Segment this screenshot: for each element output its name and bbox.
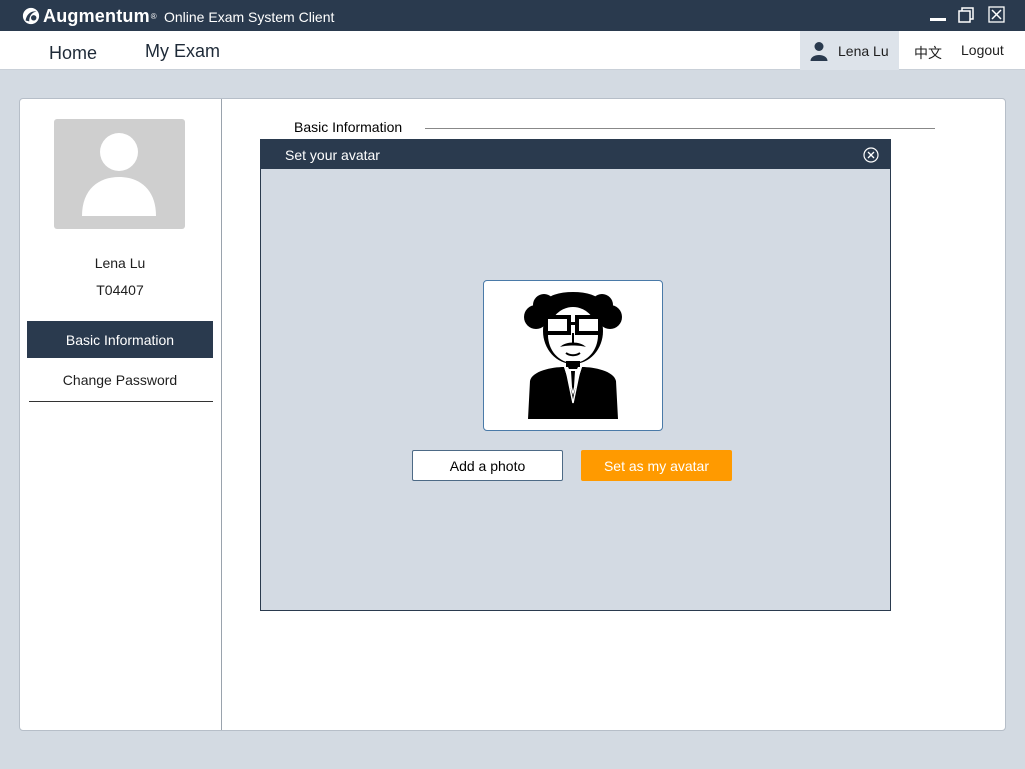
section-title: Basic Information [294, 119, 403, 135]
brand-registered-mark: ® [150, 11, 157, 21]
default-avatar-icon [82, 133, 156, 216]
nav-bar: Home My Exam Lena Lu 中文 Logout [0, 31, 1025, 70]
title-bar: Augmentum ® Online Exam System Client [0, 0, 1025, 31]
sidebar-separator [29, 401, 213, 402]
user-menu[interactable]: Lena Lu [800, 31, 899, 70]
brand-name: Augmentum [43, 5, 150, 26]
profile-id: T04407 [96, 282, 144, 298]
avatar-preview [483, 280, 663, 431]
dialog-close-icon[interactable] [863, 147, 879, 163]
set-avatar-button[interactable]: Set as my avatar [581, 450, 732, 481]
dialog-header: Set your avatar [261, 140, 890, 169]
nav-home[interactable]: Home [49, 43, 97, 64]
section-rule [425, 128, 935, 129]
avatar-dialog: Set your avatar Add a photo Set as my av… [260, 139, 891, 611]
profile-name: Lena Lu [94, 255, 146, 271]
sidebar-item-basic-information[interactable]: Basic Information [27, 321, 213, 358]
minimize-icon[interactable] [928, 5, 948, 25]
profile-avatar-placeholder [54, 119, 185, 229]
maximize-icon[interactable] [956, 5, 976, 25]
app-title: Online Exam System Client [164, 9, 335, 25]
logout-link[interactable]: Logout [961, 42, 1004, 58]
avatar-preview-image [524, 292, 622, 419]
brand-logo: Augmentum ® [22, 5, 157, 27]
add-photo-button[interactable]: Add a photo [412, 450, 563, 481]
nav-my-exam[interactable]: My Exam [145, 41, 220, 62]
sidebar-divider [221, 99, 222, 730]
sidebar-item-change-password[interactable]: Change Password [27, 361, 213, 398]
dialog-title: Set your avatar [285, 147, 380, 163]
user-name: Lena Lu [838, 42, 889, 59]
user-icon [810, 41, 828, 61]
language-switch[interactable]: 中文 [914, 43, 942, 63]
close-icon[interactable] [987, 5, 1007, 25]
augmentum-logo-icon [22, 7, 40, 25]
